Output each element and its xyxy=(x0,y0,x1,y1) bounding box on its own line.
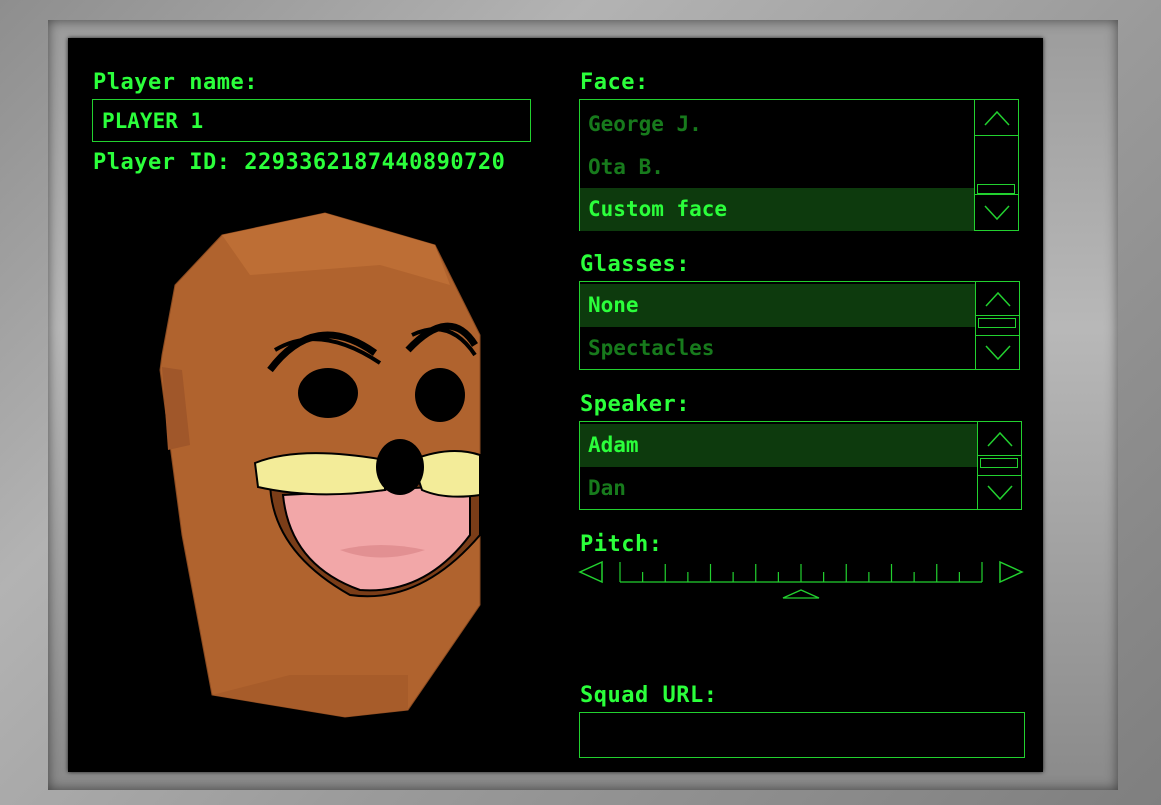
down-arrow-icon xyxy=(983,204,1010,220)
face-preview[interactable] xyxy=(150,205,490,725)
face-scroll-thumb[interactable] xyxy=(977,184,1015,194)
face-scroll-down-button[interactable] xyxy=(975,194,1018,230)
glasses-option-spectacles[interactable]: Spectacles xyxy=(580,327,975,370)
glasses-list[interactable]: None Spectacles xyxy=(579,281,1020,370)
face-option-george[interactable]: George J. xyxy=(580,103,974,146)
glasses-scroll-thumb[interactable] xyxy=(978,318,1016,328)
face-scrollbar[interactable] xyxy=(974,100,1018,230)
face-option-custom[interactable]: Custom face xyxy=(580,188,974,231)
glasses-scroll-up-button[interactable] xyxy=(976,282,1019,316)
speaker-scrollbar[interactable] xyxy=(977,422,1021,509)
pitch-label: Pitch: xyxy=(580,532,663,557)
glasses-scroll-down-button[interactable] xyxy=(976,335,1019,369)
face-label: Face: xyxy=(580,70,649,95)
speaker-option-adam[interactable]: Adam xyxy=(580,424,977,467)
up-arrow-icon xyxy=(986,431,1013,447)
squad-url-input[interactable] xyxy=(579,712,1025,758)
down-arrow-icon xyxy=(986,484,1013,500)
speaker-scroll-thumb[interactable] xyxy=(980,458,1018,468)
player-id-label: Player ID: xyxy=(93,150,231,175)
face-scroll-up-button[interactable] xyxy=(975,100,1018,136)
player-id-value: 2293362187440890720 xyxy=(244,150,506,175)
right-arrow-icon xyxy=(999,560,1024,584)
pitch-slider-graphic xyxy=(578,560,1024,599)
down-arrow-icon xyxy=(984,344,1011,360)
player-name-value: PLAYER 1 xyxy=(102,109,204,133)
squad-url-label: Squad URL: xyxy=(580,683,718,708)
player-id-row: Player ID: 2293362187440890720 xyxy=(93,150,505,175)
pitch-slider[interactable] xyxy=(578,558,1024,602)
speaker-list[interactable]: Adam Dan xyxy=(579,421,1022,510)
speaker-option-dan[interactable]: Dan xyxy=(580,467,977,510)
player-name-label: Player name: xyxy=(93,70,258,95)
up-arrow-icon xyxy=(984,291,1011,307)
slider-track xyxy=(619,562,983,583)
left-arrow-icon xyxy=(578,560,603,584)
speaker-scroll-up-button[interactable] xyxy=(978,422,1021,456)
glasses-option-none[interactable]: None xyxy=(580,284,975,327)
glasses-scrollbar[interactable] xyxy=(975,282,1019,369)
glasses-label: Glasses: xyxy=(580,252,690,277)
face-option-ota[interactable]: Ota B. xyxy=(580,146,974,189)
player-name-input[interactable]: PLAYER 1 xyxy=(92,99,531,142)
up-arrow-icon xyxy=(983,110,1010,126)
face-preview-graphic xyxy=(159,212,481,718)
speaker-label: Speaker: xyxy=(580,392,690,417)
speaker-scroll-down-button[interactable] xyxy=(978,475,1021,509)
pitch-indicator-icon xyxy=(782,589,820,599)
face-list[interactable]: George J. Ota B. Custom face xyxy=(579,99,1019,231)
